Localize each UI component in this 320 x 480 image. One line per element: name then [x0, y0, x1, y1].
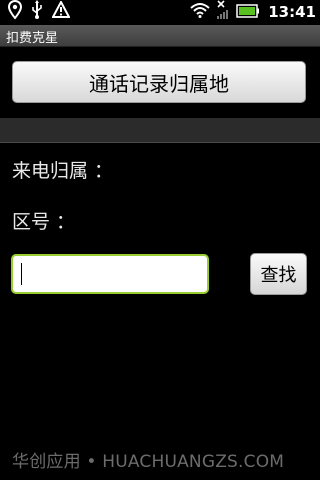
battery-fill [239, 6, 256, 15]
app-title-bar: 扣费克星 [0, 25, 320, 47]
section-divider [0, 118, 320, 143]
app-title: 扣费克星 [6, 31, 59, 46]
status-bar-system: 13:41 [190, 0, 316, 24]
watermark: 华创应用 • HUACHUANGZS.COM [12, 452, 285, 472]
call-log-attribution-button[interactable]: 通话记录归属地 [12, 61, 306, 103]
location-pin-icon [7, 0, 23, 24]
text-caret [21, 263, 22, 285]
status-time: 13:41 [268, 3, 316, 21]
status-bar-notifications [7, 0, 71, 24]
signal-off-icon [216, 0, 230, 24]
usb-icon [30, 0, 44, 24]
status-bar: 13:41 [0, 0, 320, 25]
caller-attribution-label: 来电归属 ： [12, 160, 114, 182]
warning-icon [51, 0, 71, 23]
search-button[interactable]: 查找 [250, 253, 307, 295]
area-code-input[interactable] [11, 254, 209, 294]
area-code-label: 区号 ： [12, 211, 76, 233]
battery-icon [236, 3, 260, 22]
wifi-icon [190, 2, 210, 22]
